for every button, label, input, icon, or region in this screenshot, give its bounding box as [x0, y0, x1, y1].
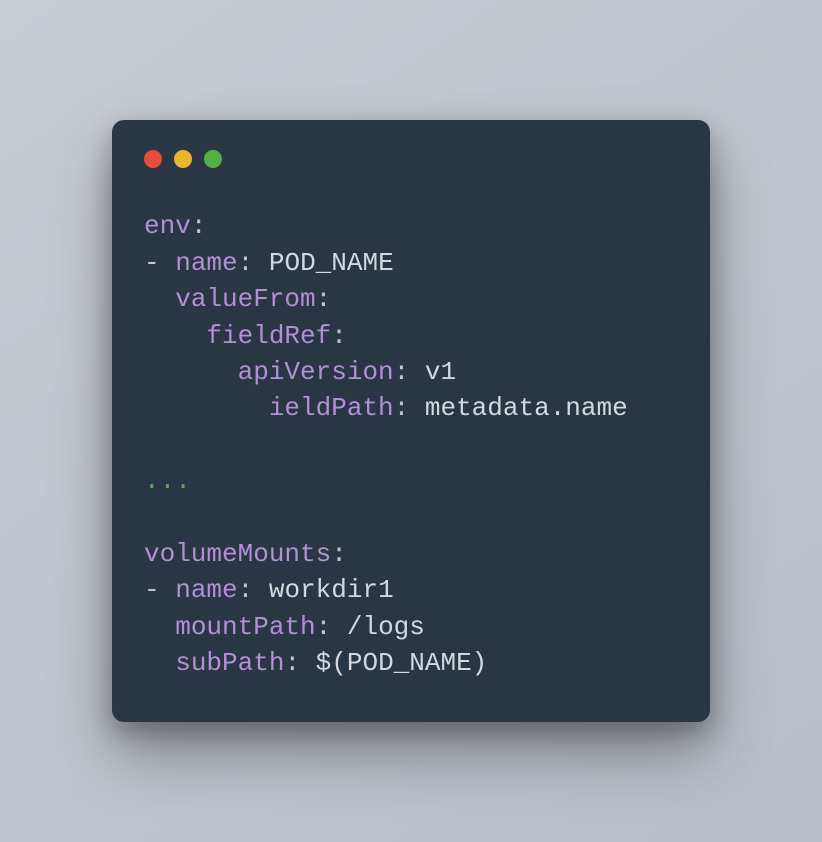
dash: -: [144, 248, 175, 278]
colon: :: [394, 393, 425, 423]
yaml-key: ieldPath: [269, 393, 394, 423]
close-icon[interactable]: [144, 150, 162, 168]
colon: :: [238, 575, 269, 605]
colon: :: [316, 612, 347, 642]
yaml-value: $(POD_NAME): [316, 648, 488, 678]
indent: [144, 612, 175, 642]
yaml-value: v1: [425, 357, 456, 387]
yaml-key: valueFrom: [175, 284, 315, 314]
code-block: env: - name: POD_NAME valueFrom: fieldRe…: [144, 208, 678, 681]
yaml-value: workdir1: [269, 575, 394, 605]
yaml-value: metadata.name: [425, 393, 628, 423]
indent: [144, 393, 269, 423]
code-window: env: - name: POD_NAME valueFrom: fieldRe…: [112, 120, 710, 721]
colon: :: [331, 539, 347, 569]
yaml-key: mountPath: [175, 612, 315, 642]
yaml-key: apiVersion: [238, 357, 394, 387]
window-titlebar: [144, 150, 678, 168]
colon: :: [331, 321, 347, 351]
yaml-value: POD_NAME: [269, 248, 394, 278]
colon: :: [316, 284, 332, 314]
minimize-icon[interactable]: [174, 150, 192, 168]
indent: [144, 284, 175, 314]
yaml-key: fieldRef: [206, 321, 331, 351]
ellipsis: ...: [144, 466, 191, 496]
yaml-key: name: [175, 575, 237, 605]
colon: :: [394, 357, 425, 387]
yaml-key: volumeMounts: [144, 539, 331, 569]
yaml-key: name: [175, 248, 237, 278]
indent: [144, 648, 175, 678]
colon: :: [238, 248, 269, 278]
yaml-value: /logs: [347, 612, 425, 642]
yaml-key: env: [144, 211, 191, 241]
yaml-key: subPath: [175, 648, 284, 678]
dash: -: [144, 575, 175, 605]
indent: [144, 321, 206, 351]
maximize-icon[interactable]: [204, 150, 222, 168]
colon: :: [191, 211, 207, 241]
indent: [144, 357, 238, 387]
colon: :: [284, 648, 315, 678]
